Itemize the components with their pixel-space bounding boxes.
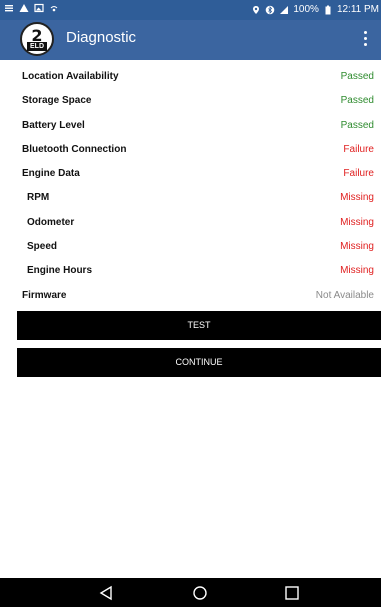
diagnostic-label: Engine Hours [27, 265, 93, 277]
app-bar: 2 ELD Diagnostic [0, 20, 381, 60]
status-bar: 100% 12:11 PM [0, 0, 381, 20]
battery-percent: 100% [293, 4, 319, 15]
diagnostic-list: Location Availability Passed Storage Spa… [0, 64, 381, 307]
diagnostic-row-location: Location Availability Passed [0, 64, 381, 88]
diagnostic-row-engine-hours: Engine Hours Missing [0, 258, 381, 282]
logo-text: ELD [27, 42, 47, 51]
bluetooth-icon [266, 5, 275, 14]
battery-icon [325, 5, 331, 14]
diagnostic-label: Firmware [22, 289, 67, 301]
diagnostic-label: Engine Data [22, 168, 80, 180]
diagnostic-label: Storage Space [22, 95, 92, 107]
navigation-bar [0, 578, 381, 607]
diagnostic-row-engine-data: Engine Data Failure [0, 161, 381, 185]
back-icon[interactable] [96, 584, 116, 602]
diagnostic-status: Missing [340, 216, 374, 228]
test-button[interactable]: TEST [17, 311, 381, 340]
diagnostic-status: Missing [340, 265, 374, 277]
continue-button[interactable]: CONTINUE [17, 348, 381, 377]
diagnostic-row-speed: Speed Missing [0, 234, 381, 258]
diagnostic-row-bluetooth: Bluetooth Connection Failure [0, 137, 381, 161]
diagnostic-status: Failure [343, 168, 374, 180]
diagnostic-row-odometer: Odometer Missing [0, 210, 381, 234]
notification-icon [5, 5, 13, 12]
diagnostic-status: Missing [340, 241, 374, 253]
recents-icon[interactable] [282, 584, 302, 602]
diagnostic-label: Location Availability [22, 71, 119, 82]
diagnostic-row-battery: Battery Level Passed [0, 113, 381, 137]
diagnostic-label: Speed [27, 241, 58, 253]
image-icon [34, 3, 44, 13]
signal-icon [50, 6, 58, 12]
app-logo: 2 ELD [20, 22, 54, 56]
diagnostic-label: Bluetooth Connection [22, 143, 127, 155]
diagnostic-label: Odometer [27, 216, 75, 228]
location-icon [253, 5, 260, 14]
diagnostic-status: Passed [340, 95, 374, 107]
status-bar-left [4, 3, 59, 13]
diagnostic-row-storage: Storage Space Passed [0, 88, 381, 112]
overflow-menu-icon[interactable] [357, 28, 373, 52]
diagnostic-label: Battery Level [22, 119, 85, 131]
diagnostic-label: RPM [27, 192, 50, 204]
diagnostic-status: Passed [340, 71, 374, 82]
diagnostic-status: Failure [343, 143, 374, 155]
diagnostic-row-firmware: Firmware Not Available [0, 283, 381, 307]
diagnostic-status: Passed [340, 119, 374, 131]
diagnostic-status: Not Available [315, 289, 374, 301]
home-icon[interactable] [190, 584, 210, 602]
diagnostic-status: Missing [340, 192, 374, 204]
warning-icon [19, 4, 29, 12]
page-title: Diagnostic [66, 29, 137, 46]
clock: 12:11 PM [336, 4, 379, 15]
diagnostic-row-rpm: RPM Missing [0, 185, 381, 209]
cell-signal-icon [280, 5, 289, 14]
status-bar-right: 100% 12:11 PM [251, 4, 379, 15]
